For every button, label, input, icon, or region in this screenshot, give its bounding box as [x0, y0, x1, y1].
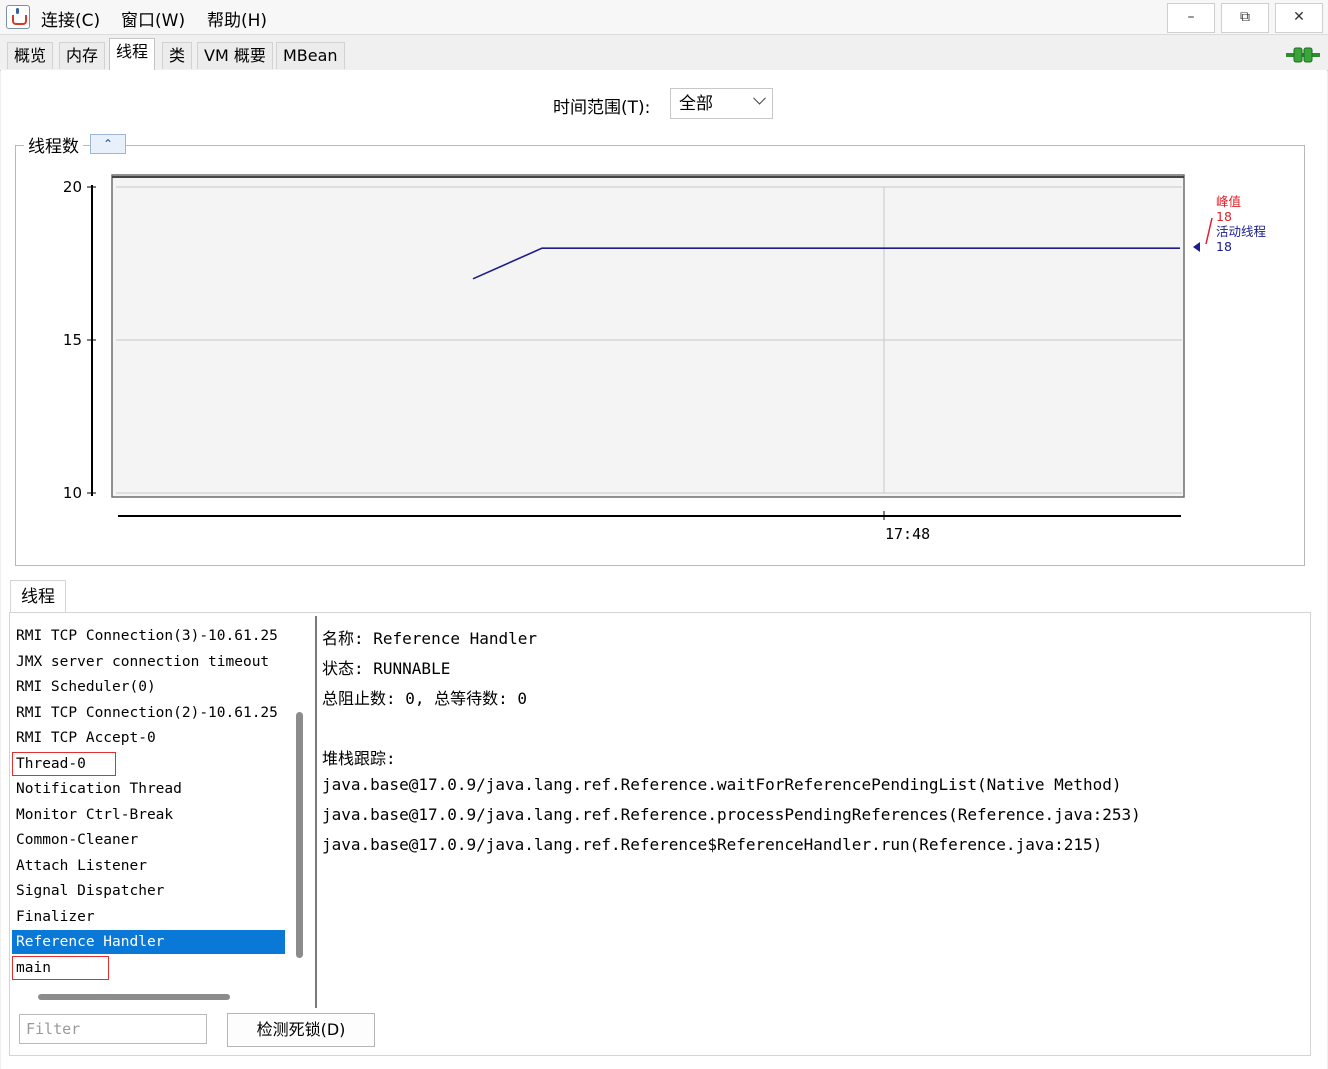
thread-list-item[interactable]: main — [12, 955, 109, 980]
plot-area — [111, 174, 1185, 498]
thread-list-item[interactable]: RMI TCP Accept-0 — [12, 726, 285, 750]
y-tick-label: 10 — [63, 484, 82, 502]
thread-list-item[interactable]: RMI TCP Connection(3)-10.61.25 — [12, 624, 285, 648]
legend-active-value: 18 — [1216, 239, 1232, 254]
thread-count-chart: 20 15 10 17:48 峰值 18 活动线程 18 — [63, 174, 1267, 543]
thread-list-item[interactable]: RMI TCP Connection(2)-10.61.25 — [12, 701, 285, 725]
thread-list-item[interactable]: Reference Handler — [12, 930, 285, 954]
stack-trace-header: 堆栈跟踪: — [322, 749, 396, 768]
x-tick-label: 17:48 — [885, 525, 930, 543]
stack-frame: java.base@17.0.9/java.lang.ref.Reference… — [322, 835, 1103, 854]
legend-peak-value: 18 — [1216, 209, 1232, 224]
thread-list-item[interactable]: JMX server connection timeout — [12, 650, 285, 674]
thread-name: 名称: Reference Handler — [322, 629, 538, 648]
thread-list-item[interactable]: Attach Listener — [12, 854, 285, 878]
stack-frame: java.base@17.0.9/java.lang.ref.Reference… — [322, 805, 1141, 824]
current-value-marker — [1193, 242, 1200, 252]
legend-peak-label: 峰值 — [1216, 194, 1241, 209]
y-tick-label: 15 — [63, 331, 82, 349]
stack-frame: java.base@17.0.9/java.lang.ref.Reference… — [322, 775, 1122, 794]
thread-list-item[interactable]: Notification Thread — [12, 777, 285, 801]
y-tick-label: 20 — [63, 178, 82, 196]
peak-connector — [1205, 217, 1213, 245]
thread-state: 状态: RUNNABLE — [322, 659, 451, 678]
thread-list-item[interactable]: Common-Cleaner — [12, 828, 285, 852]
thread-list-item[interactable]: Finalizer — [12, 905, 285, 929]
thread-block-wait-counts: 总阻止数: 0, 总等待数: 0 — [322, 689, 528, 708]
legend-active-label: 活动线程 — [1216, 224, 1267, 239]
thread-list[interactable]: RMI TCP Connection(3)-10.61.25 JMX server… — [12, 616, 288, 986]
thread-list-item[interactable]: Signal Dispatcher — [12, 879, 285, 903]
thread-list-item[interactable]: RMI Scheduler(0) — [12, 675, 285, 699]
thread-list-item[interactable]: Thread-0 — [12, 751, 116, 776]
threads-subtab[interactable]: 线程 — [10, 580, 66, 613]
thread-filter-input[interactable] — [19, 1014, 207, 1044]
split-pane-divider[interactable] — [315, 616, 317, 1008]
thread-list-vertical-scrollbar[interactable] — [296, 712, 303, 958]
thread-list-horizontal-scrollbar[interactable] — [38, 994, 230, 1000]
detect-deadlock-button[interactable]: 检测死锁(D) — [227, 1013, 375, 1047]
thread-list-item[interactable]: Monitor Ctrl-Break — [12, 803, 285, 827]
thread-details: 名称: Reference Handler 状态: RUNNABLE 总阻止数:… — [322, 620, 1302, 1000]
